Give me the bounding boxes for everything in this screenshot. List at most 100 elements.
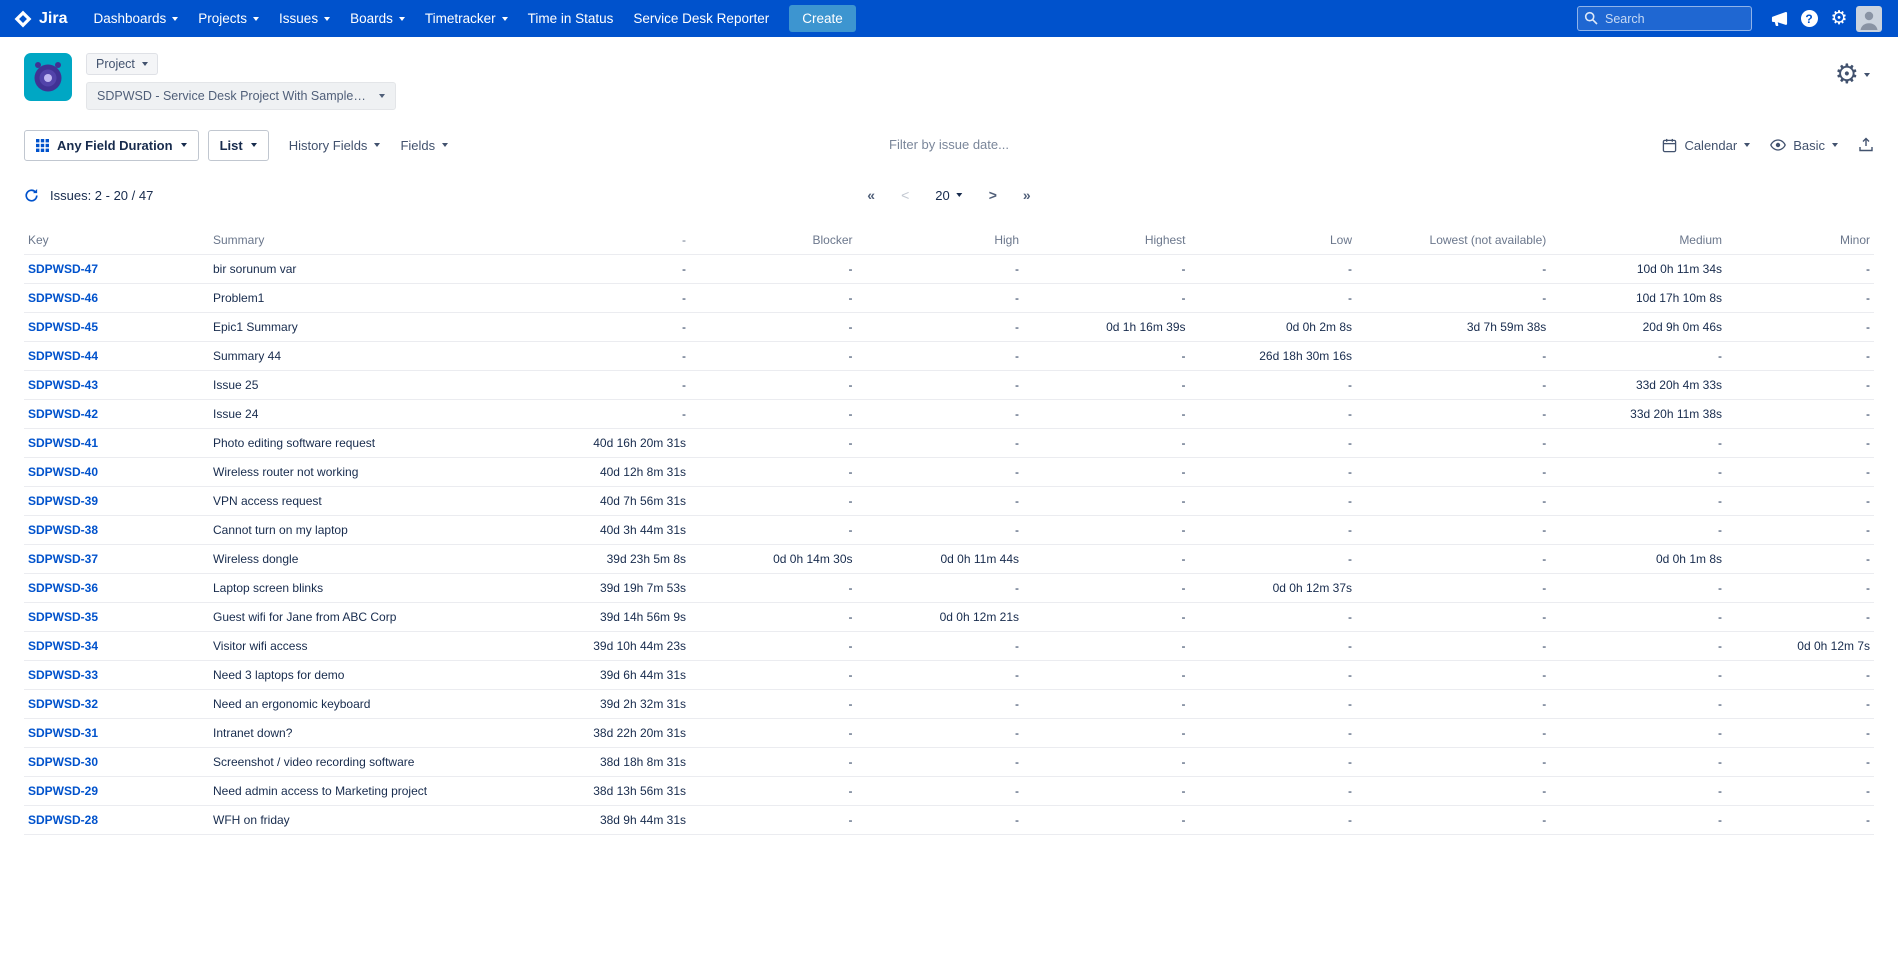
nav-item-issues[interactable]: Issues: [269, 0, 340, 37]
issue-key-link[interactable]: SDPWSD-35: [28, 610, 98, 624]
refresh-icon[interactable]: [24, 188, 39, 203]
table-row[interactable]: SDPWSD-45 Epic1 Summary - - - 0d 1h 16m …: [24, 313, 1874, 342]
table-row[interactable]: SDPWSD-40 Wireless router not working 40…: [24, 458, 1874, 487]
create-button[interactable]: Create: [789, 5, 856, 32]
table-row[interactable]: SDPWSD-37 Wireless dongle 39d 23h 5m 8s …: [24, 545, 1874, 574]
page-size-dropdown[interactable]: 20: [935, 188, 962, 203]
nav-item-time-in-status[interactable]: Time in Status: [518, 0, 624, 37]
jira-logo[interactable]: Jira: [14, 10, 67, 28]
issue-value: -: [1190, 545, 1357, 574]
issue-key-link[interactable]: SDPWSD-43: [28, 378, 98, 392]
first-page-button[interactable]: «: [867, 187, 875, 203]
issue-key-link[interactable]: SDPWSD-36: [28, 581, 98, 595]
issue-key-link[interactable]: SDPWSD-28: [28, 813, 98, 827]
issue-key-link[interactable]: SDPWSD-32: [28, 697, 98, 711]
issue-value: -: [1726, 284, 1874, 313]
view-type-dropdown[interactable]: List: [208, 130, 269, 161]
column-header-key[interactable]: Key: [24, 226, 209, 255]
column-header-low[interactable]: Low: [1190, 226, 1357, 255]
issue-key-link[interactable]: SDPWSD-37: [28, 552, 98, 566]
search-input[interactable]: [1577, 6, 1752, 31]
nav-item-dashboards[interactable]: Dashboards: [83, 0, 188, 37]
last-page-button[interactable]: »: [1023, 187, 1031, 203]
table-row[interactable]: SDPWSD-43 Issue 25 - - - - - - 33d 20h 4…: [24, 371, 1874, 400]
calendar-dropdown[interactable]: Calendar: [1662, 138, 1750, 153]
table-row[interactable]: SDPWSD-29 Need admin access to Marketing…: [24, 777, 1874, 806]
table-row[interactable]: SDPWSD-39 VPN access request 40d 7h 56m …: [24, 487, 1874, 516]
column-header-highest[interactable]: Highest: [1023, 226, 1190, 255]
column-header-minor[interactable]: Minor: [1726, 226, 1874, 255]
issue-value: -: [1023, 545, 1190, 574]
table-row[interactable]: SDPWSD-46 Problem1 - - - - - - 10d 17h 1…: [24, 284, 1874, 313]
history-fields-label: History Fields: [289, 138, 368, 153]
issue-value: -: [1356, 748, 1550, 777]
issue-value: -: [1190, 748, 1357, 777]
issue-value: 20d 9h 0m 46s: [1550, 313, 1726, 342]
issue-key-link[interactable]: SDPWSD-44: [28, 349, 98, 363]
page-settings-gear[interactable]: ⚙: [1835, 61, 1870, 88]
announcement-icon[interactable]: [1764, 0, 1794, 37]
prev-page-button[interactable]: <: [901, 187, 909, 203]
table-row[interactable]: SDPWSD-30 Screenshot / video recording s…: [24, 748, 1874, 777]
issue-date-filter-input[interactable]: [834, 136, 1064, 153]
issue-value: -: [1023, 284, 1190, 313]
table-row[interactable]: SDPWSD-34 Visitor wifi access 39d 10h 44…: [24, 632, 1874, 661]
issue-key-link[interactable]: SDPWSD-31: [28, 726, 98, 740]
issue-key-link[interactable]: SDPWSD-30: [28, 755, 98, 769]
table-row[interactable]: SDPWSD-33 Need 3 laptops for demo 39d 6h…: [24, 661, 1874, 690]
export-icon[interactable]: [1858, 137, 1874, 153]
column-header-lowest[interactable]: Lowest (not available): [1356, 226, 1550, 255]
issue-key-link[interactable]: SDPWSD-46: [28, 291, 98, 305]
nav-item-service-desk-reporter[interactable]: Service Desk Reporter: [623, 0, 779, 37]
issue-key-link[interactable]: SDPWSD-29: [28, 784, 98, 798]
chevron-down-icon: [181, 143, 187, 147]
table-row[interactable]: SDPWSD-31 Intranet down? 38d 22h 20m 31s…: [24, 719, 1874, 748]
issue-key-link[interactable]: SDPWSD-47: [28, 262, 98, 276]
column-header-high[interactable]: High: [857, 226, 1024, 255]
column-header-summary[interactable]: Summary: [209, 226, 533, 255]
question-mark-icon: ?: [1801, 10, 1818, 27]
table-row[interactable]: SDPWSD-47 bir sorunum var - - - - - - 10…: [24, 255, 1874, 284]
table-row[interactable]: SDPWSD-41 Photo editing software request…: [24, 429, 1874, 458]
issue-key-link[interactable]: SDPWSD-39: [28, 494, 98, 508]
issue-value: -: [1726, 690, 1874, 719]
view-mode-dropdown[interactable]: Basic: [1770, 138, 1838, 153]
next-page-button[interactable]: >: [989, 187, 997, 203]
issue-key-link[interactable]: SDPWSD-38: [28, 523, 98, 537]
nav-item-boards[interactable]: Boards: [340, 0, 415, 37]
table-row[interactable]: SDPWSD-28 WFH on friday 38d 9h 44m 31s -…: [24, 806, 1874, 835]
column-header-none[interactable]: -: [533, 226, 690, 255]
issue-key-link[interactable]: SDPWSD-33: [28, 668, 98, 682]
issue-value: 10d 0h 11m 34s: [1550, 255, 1726, 284]
issue-key-link[interactable]: SDPWSD-40: [28, 465, 98, 479]
issue-summary: Laptop screen blinks: [209, 574, 533, 603]
table-row[interactable]: SDPWSD-44 Summary 44 - - - - 26d 18h 30m…: [24, 342, 1874, 371]
column-header-medium[interactable]: Medium: [1550, 226, 1726, 255]
chevron-down-icon: [142, 62, 148, 66]
column-header-blocker[interactable]: Blocker: [690, 226, 857, 255]
table-row[interactable]: SDPWSD-38 Cannot turn on my laptop 40d 3…: [24, 516, 1874, 545]
user-avatar[interactable]: [1854, 0, 1884, 37]
project-avatar[interactable]: [24, 53, 72, 106]
nav-item-timetracker[interactable]: Timetracker: [415, 0, 518, 37]
field-duration-dropdown[interactable]: Any Field Duration: [24, 130, 199, 161]
table-row[interactable]: SDPWSD-42 Issue 24 - - - - - - 33d 20h 1…: [24, 400, 1874, 429]
issue-key-link[interactable]: SDPWSD-34: [28, 639, 98, 653]
table-row[interactable]: SDPWSD-36 Laptop screen blinks 39d 19h 7…: [24, 574, 1874, 603]
table-row[interactable]: SDPWSD-32 Need an ergonomic keyboard 39d…: [24, 690, 1874, 719]
issue-value: -: [533, 371, 690, 400]
nav-item-projects[interactable]: Projects: [188, 0, 269, 37]
issue-value: 0d 0h 12m 21s: [857, 603, 1024, 632]
scope-dropdown[interactable]: Project: [86, 53, 158, 75]
issue-key-link[interactable]: SDPWSD-42: [28, 407, 98, 421]
settings-gear-icon[interactable]: ⚙: [1824, 0, 1854, 37]
help-icon[interactable]: ?: [1794, 0, 1824, 37]
issue-key-link[interactable]: SDPWSD-45: [28, 320, 98, 334]
navbar-search: [1577, 6, 1752, 31]
issue-key-link[interactable]: SDPWSD-41: [28, 436, 98, 450]
project-select[interactable]: SDPWSD - Service Desk Project With Sampl…: [86, 82, 396, 110]
main-nav: Dashboards Projects Issues Boards Timetr…: [83, 0, 779, 37]
table-row[interactable]: SDPWSD-35 Guest wifi for Jane from ABC C…: [24, 603, 1874, 632]
history-fields-dropdown[interactable]: History Fields: [289, 138, 381, 153]
fields-dropdown[interactable]: Fields: [400, 138, 448, 153]
